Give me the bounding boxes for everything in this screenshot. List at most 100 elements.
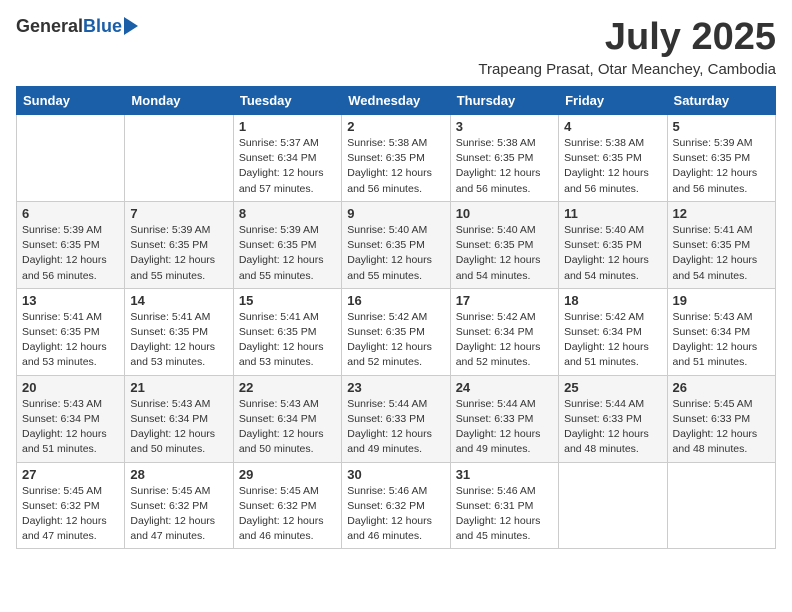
day-number: 26 [673, 380, 770, 395]
calendar-week-row: 20 Sunrise: 5:43 AMSunset: 6:34 PMDayligh… [17, 375, 776, 462]
calendar-cell: 14 Sunrise: 5:41 AMSunset: 6:35 PMDayligh… [125, 288, 233, 375]
cell-info: Sunrise: 5:43 AMSunset: 6:34 PMDaylight:… [673, 310, 770, 371]
logo-blue-text: Blue [83, 16, 122, 37]
location-subtitle: Trapeang Prasat, Otar Meanchey, Cambodia [478, 61, 776, 78]
cell-info: Sunrise: 5:43 AMSunset: 6:34 PMDaylight:… [130, 397, 227, 458]
calendar-cell: 19 Sunrise: 5:43 AMSunset: 6:34 PMDayligh… [667, 288, 775, 375]
calendar-cell: 30 Sunrise: 5:46 AMSunset: 6:32 PMDayligh… [342, 462, 450, 549]
cell-info: Sunrise: 5:39 AMSunset: 6:35 PMDaylight:… [673, 136, 770, 197]
calendar-cell: 11 Sunrise: 5:40 AMSunset: 6:35 PMDayligh… [559, 201, 667, 288]
column-header-sunday: Sunday [17, 87, 125, 115]
calendar-header-row: SundayMondayTuesdayWednesdayThursdayFrid… [17, 87, 776, 115]
cell-info: Sunrise: 5:46 AMSunset: 6:31 PMDaylight:… [456, 484, 553, 545]
cell-info: Sunrise: 5:42 AMSunset: 6:34 PMDaylight:… [564, 310, 661, 371]
day-number: 28 [130, 467, 227, 482]
day-number: 10 [456, 206, 553, 221]
logo: General Blue [16, 16, 138, 37]
cell-info: Sunrise: 5:44 AMSunset: 6:33 PMDaylight:… [456, 397, 553, 458]
day-number: 24 [456, 380, 553, 395]
cell-info: Sunrise: 5:42 AMSunset: 6:35 PMDaylight:… [347, 310, 444, 371]
column-header-monday: Monday [125, 87, 233, 115]
day-number: 27 [22, 467, 119, 482]
cell-info: Sunrise: 5:38 AMSunset: 6:35 PMDaylight:… [347, 136, 444, 197]
day-number: 25 [564, 380, 661, 395]
cell-info: Sunrise: 5:39 AMSunset: 6:35 PMDaylight:… [239, 223, 336, 284]
day-number: 18 [564, 293, 661, 308]
cell-info: Sunrise: 5:41 AMSunset: 6:35 PMDaylight:… [130, 310, 227, 371]
calendar-cell [17, 115, 125, 202]
day-number: 4 [564, 119, 661, 134]
calendar-cell: 7 Sunrise: 5:39 AMSunset: 6:35 PMDaylight… [125, 201, 233, 288]
day-number: 8 [239, 206, 336, 221]
calendar-week-row: 6 Sunrise: 5:39 AMSunset: 6:35 PMDaylight… [17, 201, 776, 288]
calendar-cell: 28 Sunrise: 5:45 AMSunset: 6:32 PMDayligh… [125, 462, 233, 549]
day-number: 6 [22, 206, 119, 221]
calendar-cell [125, 115, 233, 202]
calendar-cell: 20 Sunrise: 5:43 AMSunset: 6:34 PMDayligh… [17, 375, 125, 462]
day-number: 3 [456, 119, 553, 134]
day-number: 21 [130, 380, 227, 395]
calendar-cell: 22 Sunrise: 5:43 AMSunset: 6:34 PMDayligh… [233, 375, 341, 462]
day-number: 19 [673, 293, 770, 308]
cell-info: Sunrise: 5:45 AMSunset: 6:32 PMDaylight:… [130, 484, 227, 545]
column-header-tuesday: Tuesday [233, 87, 341, 115]
calendar-cell: 18 Sunrise: 5:42 AMSunset: 6:34 PMDayligh… [559, 288, 667, 375]
day-number: 9 [347, 206, 444, 221]
day-number: 14 [130, 293, 227, 308]
day-number: 23 [347, 380, 444, 395]
day-number: 16 [347, 293, 444, 308]
calendar-cell: 29Sunrise: 5:45 AMSunset: 6:32 PMDayligh… [233, 462, 341, 549]
column-header-thursday: Thursday [450, 87, 558, 115]
cell-info: Sunrise: 5:41 AMSunset: 6:35 PMDaylight:… [673, 223, 770, 284]
cell-info: Sunrise: 5:40 AMSunset: 6:35 PMDaylight:… [347, 223, 444, 284]
cell-info: Sunrise: 5:46 AMSunset: 6:32 PMDaylight:… [347, 484, 444, 545]
cell-info: Sunrise: 5:41 AMSunset: 6:35 PMDaylight:… [239, 310, 336, 371]
day-number: 7 [130, 206, 227, 221]
cell-info: Sunrise: 5:40 AMSunset: 6:35 PMDaylight:… [564, 223, 661, 284]
day-number: 12 [673, 206, 770, 221]
cell-info: Sunrise: 5:44 AMSunset: 6:33 PMDaylight:… [564, 397, 661, 458]
cell-info: Sunrise: 5:44 AMSunset: 6:33 PMDaylight:… [347, 397, 444, 458]
cell-info: Sunrise: 5:39 AMSunset: 6:35 PMDaylight:… [130, 223, 227, 284]
cell-info: Sunrise: 5:45 AMSunset: 6:33 PMDaylight:… [673, 397, 770, 458]
calendar-cell: 5Sunrise: 5:39 AMSunset: 6:35 PMDaylight… [667, 115, 775, 202]
cell-info: Sunrise: 5:41 AMSunset: 6:35 PMDaylight:… [22, 310, 119, 371]
cell-info: Sunrise: 5:40 AMSunset: 6:35 PMDaylight:… [456, 223, 553, 284]
calendar-cell: 31 Sunrise: 5:46 AMSunset: 6:31 PMDayligh… [450, 462, 558, 549]
cell-info: Sunrise: 5:38 AMSunset: 6:35 PMDaylight:… [564, 136, 661, 197]
page-header: General Blue July 2025 Trapeang Prasat, … [16, 16, 776, 78]
day-number: 13 [22, 293, 119, 308]
calendar-cell: 2 Sunrise: 5:38 AMSunset: 6:35 PMDaylight… [342, 115, 450, 202]
calendar-cell: 13 Sunrise: 5:41 AMSunset: 6:35 PMDayligh… [17, 288, 125, 375]
cell-info: Sunrise: 5:38 AMSunset: 6:35 PMDaylight:… [456, 136, 553, 197]
month-year-title: July 2025 [478, 16, 776, 59]
cell-info: Sunrise: 5:43 AMSunset: 6:34 PMDaylight:… [239, 397, 336, 458]
column-header-friday: Friday [559, 87, 667, 115]
cell-info: Sunrise: 5:45 AMSunset: 6:32 PMDaylight:… [239, 484, 336, 545]
day-number: 30 [347, 467, 444, 482]
calendar-table: SundayMondayTuesdayWednesdayThursdayFrid… [16, 86, 776, 549]
day-number: 20 [22, 380, 119, 395]
cell-info: Sunrise: 5:37 AMSunset: 6:34 PMDaylight:… [239, 136, 336, 197]
calendar-week-row: 1Sunrise: 5:37 AMSunset: 6:34 PMDaylight… [17, 115, 776, 202]
calendar-cell: 8 Sunrise: 5:39 AMSunset: 6:35 PMDaylight… [233, 201, 341, 288]
logo-arrow-icon [124, 17, 138, 35]
calendar-cell: 6 Sunrise: 5:39 AMSunset: 6:35 PMDaylight… [17, 201, 125, 288]
day-number: 2 [347, 119, 444, 134]
calendar-cell: 21 Sunrise: 5:43 AMSunset: 6:34 PMDayligh… [125, 375, 233, 462]
calendar-cell: 9 Sunrise: 5:40 AMSunset: 6:35 PMDaylight… [342, 201, 450, 288]
calendar-cell: 12 Sunrise: 5:41 AMSunset: 6:35 PMDayligh… [667, 201, 775, 288]
cell-info: Sunrise: 5:43 AMSunset: 6:34 PMDaylight:… [22, 397, 119, 458]
calendar-cell: 4 Sunrise: 5:38 AMSunset: 6:35 PMDaylight… [559, 115, 667, 202]
day-number: 22 [239, 380, 336, 395]
day-number: 11 [564, 206, 661, 221]
day-number: 31 [456, 467, 553, 482]
calendar-cell: 15Sunrise: 5:41 AMSunset: 6:35 PMDayligh… [233, 288, 341, 375]
calendar-cell: 1Sunrise: 5:37 AMSunset: 6:34 PMDaylight… [233, 115, 341, 202]
cell-info: Sunrise: 5:39 AMSunset: 6:35 PMDaylight:… [22, 223, 119, 284]
cell-info: Sunrise: 5:42 AMSunset: 6:34 PMDaylight:… [456, 310, 553, 371]
calendar-week-row: 13 Sunrise: 5:41 AMSunset: 6:35 PMDayligh… [17, 288, 776, 375]
calendar-cell: 23 Sunrise: 5:44 AMSunset: 6:33 PMDayligh… [342, 375, 450, 462]
calendar-cell: 26 Sunrise: 5:45 AMSunset: 6:33 PMDayligh… [667, 375, 775, 462]
column-header-saturday: Saturday [667, 87, 775, 115]
